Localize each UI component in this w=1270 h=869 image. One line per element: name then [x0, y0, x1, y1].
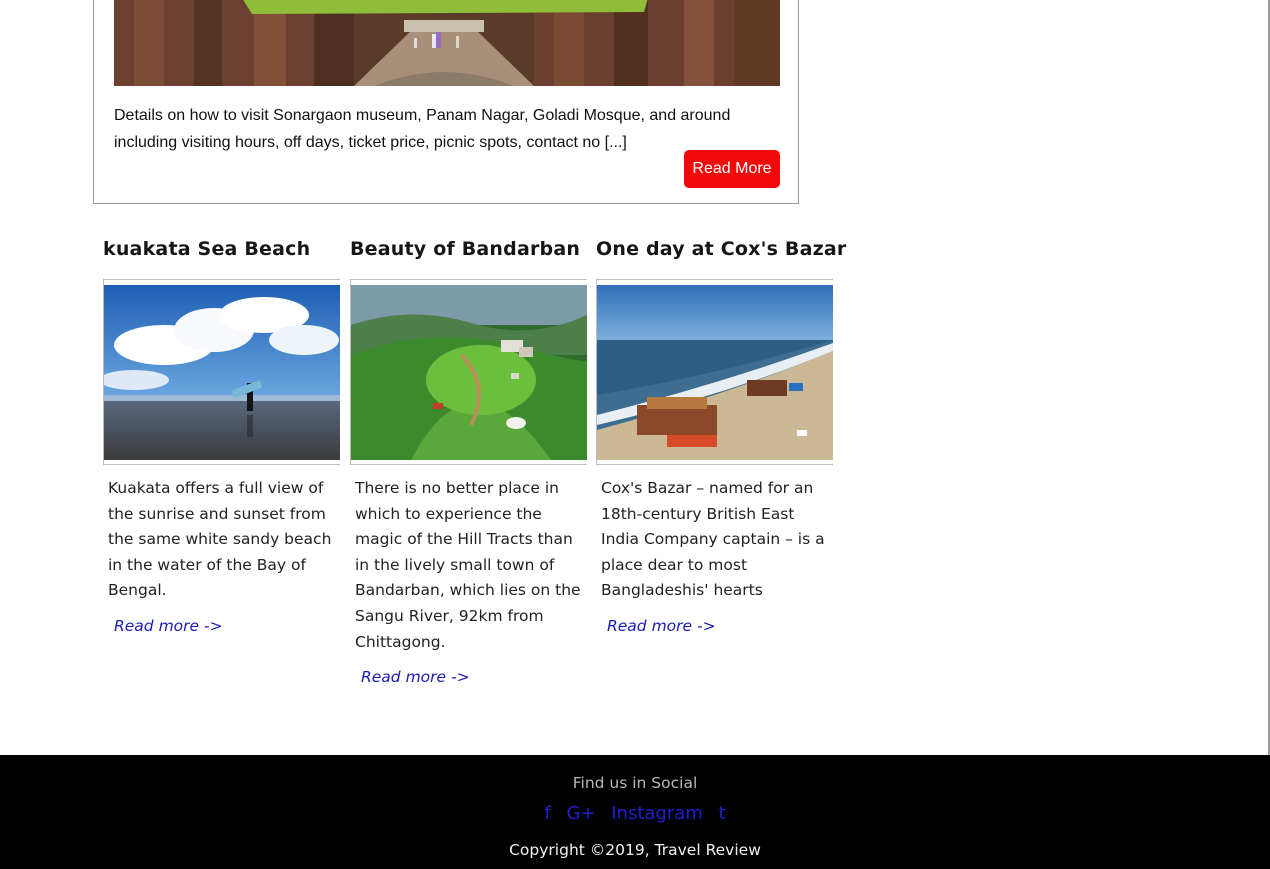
twitter-link[interactable]: t: [719, 803, 726, 824]
featured-post-image[interactable]: [114, 0, 780, 86]
instagram-link[interactable]: Instagram: [611, 803, 703, 824]
site-footer: Find us in Social f G+ Instagram t Copyr…: [0, 755, 1270, 869]
copyright-text: Copyright ©2019, Travel Review: [509, 841, 761, 859]
coxs-bazar-beach-photo: [597, 285, 833, 460]
read-more-link[interactable]: Read more ->: [114, 617, 223, 635]
post-image-frame: [103, 279, 340, 465]
post-image-frame: [596, 279, 833, 465]
post-image[interactable]: [104, 285, 340, 460]
featured-post-excerpt: Details on how to visit Sonargaon museum…: [114, 107, 731, 151]
post-title[interactable]: kuakata Sea Beach: [103, 238, 310, 260]
post-excerpt: Kuakata offers a full view of the sunris…: [108, 479, 332, 600]
beach-surfer-photo: [104, 285, 340, 460]
post-title[interactable]: Beauty of Bandarban: [350, 238, 580, 260]
post-image-frame: [350, 279, 587, 465]
post-image[interactable]: [597, 285, 833, 460]
temple-ruins-photo: [114, 0, 780, 86]
post-title[interactable]: One day at Cox's Bazar: [596, 238, 846, 260]
facebook-link[interactable]: f: [544, 803, 550, 824]
footer-heading: Find us in Social: [572, 774, 698, 792]
read-more-link[interactable]: Read more ->: [361, 668, 470, 686]
post-excerpt: Cox's Bazar – named for an 18th-century …: [601, 479, 825, 600]
read-more-button[interactable]: Read More: [684, 150, 780, 188]
google-plus-link[interactable]: G+: [566, 803, 595, 824]
featured-post-card: Details on how to visit Sonargaon museum…: [93, 0, 799, 204]
social-links: f G+ Instagram t: [0, 803, 1270, 824]
read-more-link[interactable]: Read more ->: [607, 617, 716, 635]
post-image[interactable]: [351, 285, 587, 460]
post-excerpt: There is no better place in which to exp…: [355, 479, 581, 651]
hill-resort-photo: [351, 285, 587, 460]
